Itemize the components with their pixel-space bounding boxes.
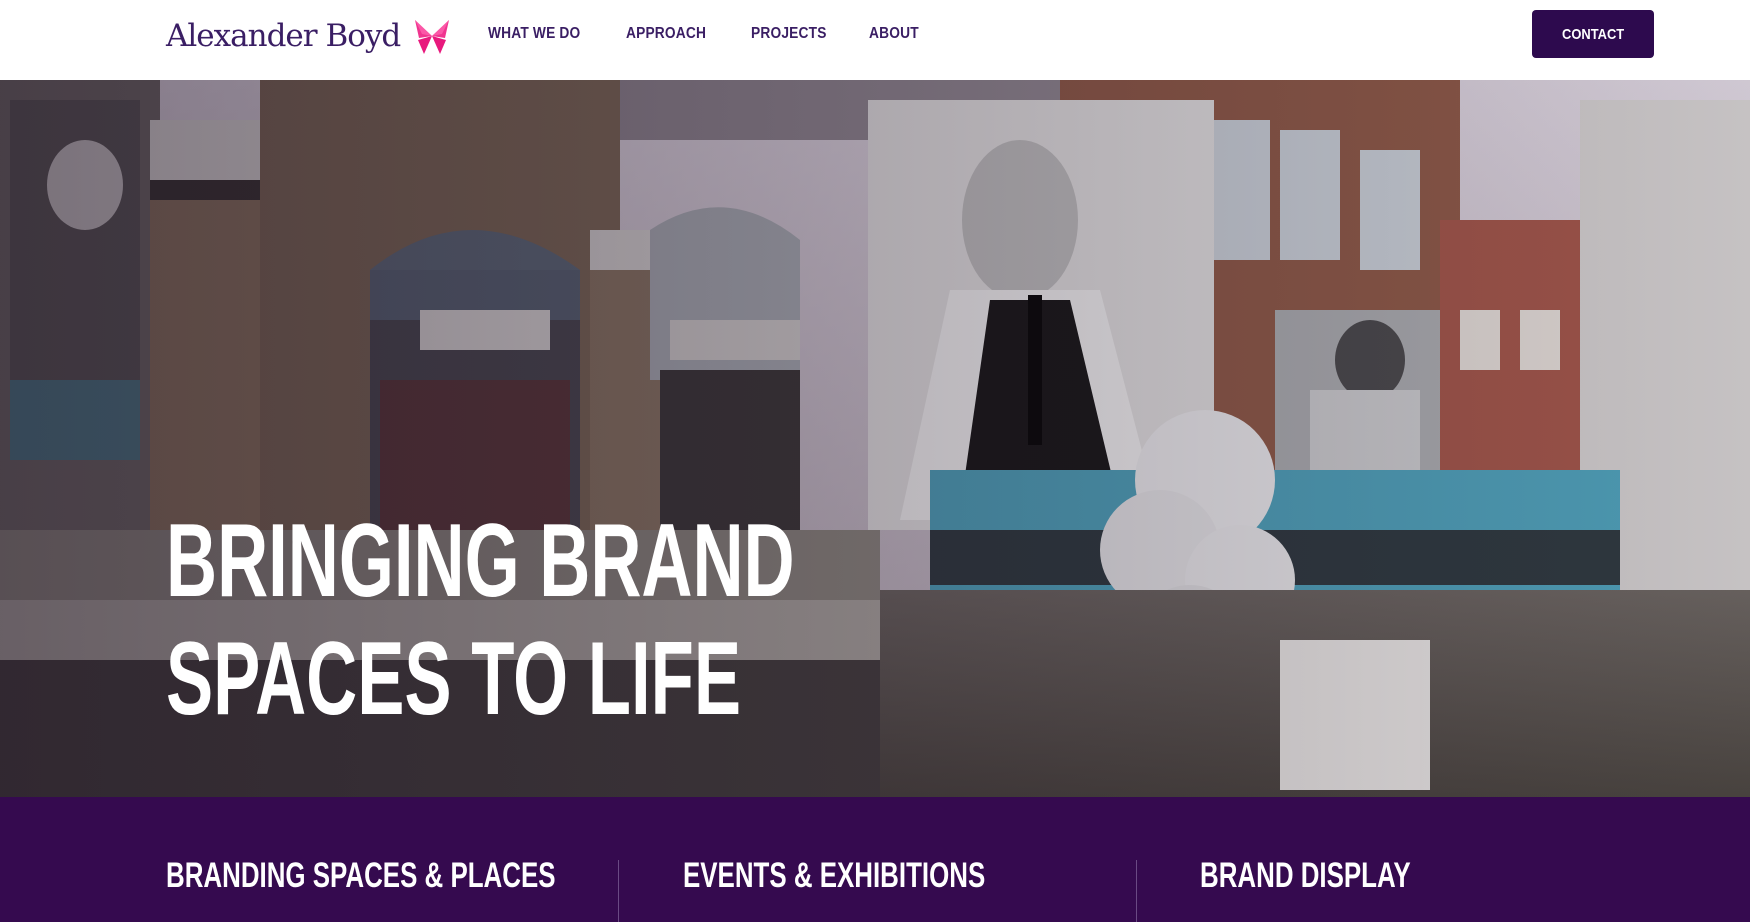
nav-item-projects[interactable]: PROJECTS bbox=[751, 25, 827, 43]
hero-headline: BRINGING BRAND SPACES TO LIFE bbox=[166, 502, 795, 738]
services-band: BRANDING SPACES & PLACES EVENTS & EXHIBI… bbox=[0, 797, 1750, 922]
service-title-events: EVENTS & EXHIBITIONS bbox=[683, 856, 986, 895]
contact-button[interactable]: CONTACT bbox=[1532, 10, 1654, 58]
service-title-brand-display: BRAND DISPLAY bbox=[1200, 856, 1411, 895]
contact-button-label: CONTACT bbox=[1561, 25, 1625, 43]
nav-item-approach[interactable]: APPROACH bbox=[626, 25, 706, 43]
service-divider bbox=[618, 860, 619, 922]
main-nav: WHAT WE DO APPROACH PROJECTS ABOUT bbox=[488, 22, 927, 46]
service-title-branding: BRANDING SPACES & PLACES bbox=[166, 856, 556, 895]
hero-headline-line-1: BRINGING BRAND bbox=[166, 503, 795, 619]
hero-headline-line-2: SPACES TO LIFE bbox=[166, 621, 742, 737]
brand-wordmark: Alexander Boyd bbox=[166, 18, 401, 54]
brand-logo-link[interactable]: Alexander Boyd bbox=[166, 14, 454, 58]
site-header: Alexander Boyd WHAT WE DO APPROACH PROJE… bbox=[0, 0, 1750, 80]
butterfly-icon bbox=[415, 20, 450, 54]
hero-section: BRINGING BRAND SPACES TO LIFE bbox=[0, 80, 1750, 797]
nav-item-what-we-do[interactable]: WHAT WE DO bbox=[488, 25, 580, 43]
nav-item-about[interactable]: ABOUT bbox=[869, 25, 919, 43]
service-divider bbox=[1136, 860, 1137, 922]
